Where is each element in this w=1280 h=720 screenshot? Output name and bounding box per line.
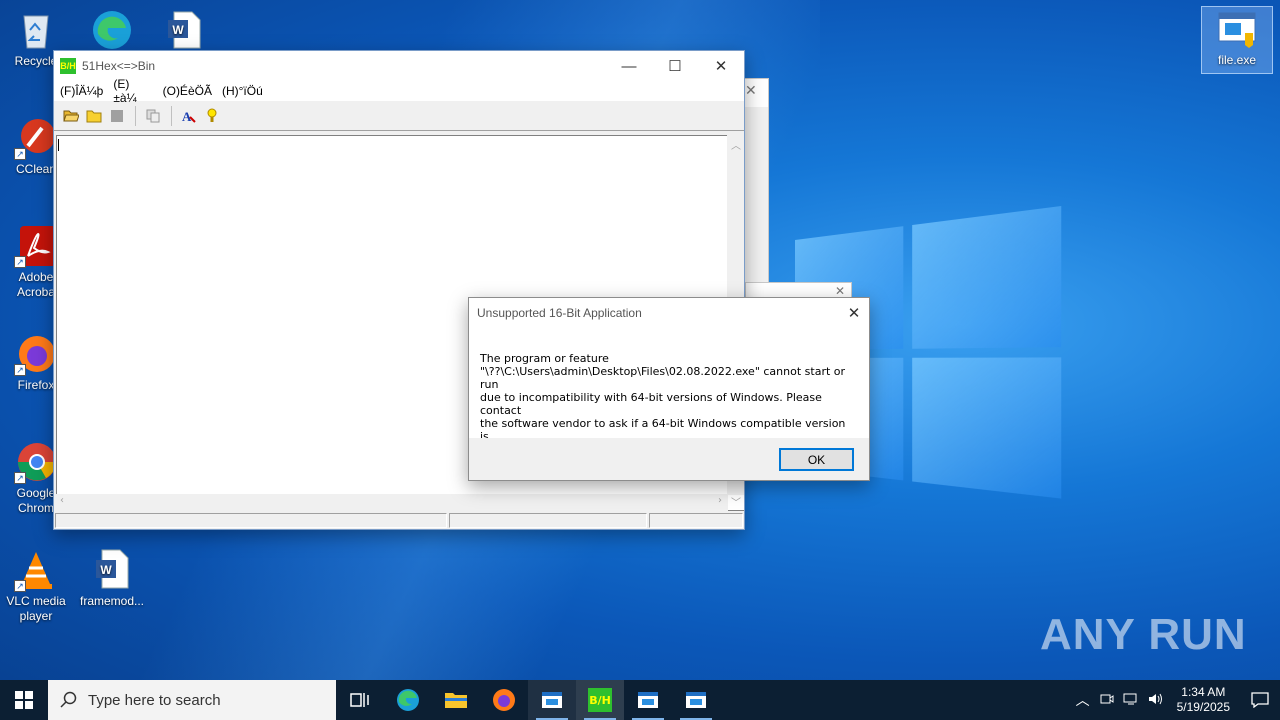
notification-center-icon[interactable] [1240, 692, 1280, 708]
taskbar-window-app-3[interactable] [672, 680, 720, 720]
text-cursor [58, 139, 59, 151]
menu-file[interactable]: (F)ÎÄ¼þ [58, 84, 111, 98]
horizontal-scrollbar[interactable]: ‹ › [56, 494, 728, 511]
folder-icon[interactable] [83, 105, 105, 127]
desktop-icon-word-doc[interactable]: W [148, 8, 220, 54]
ccleaner-icon: ↗ [14, 116, 58, 160]
windows-start-icon [15, 691, 33, 709]
status-cell [449, 513, 647, 528]
word-doc-icon: W [162, 8, 206, 52]
svg-text:W: W [100, 563, 112, 577]
anyrun-watermark: ANY RUN [1040, 610, 1247, 660]
taskbar-file-explorer[interactable] [432, 680, 480, 720]
dialog-title-bar[interactable]: Unsupported 16-Bit Application ✕ [469, 298, 869, 328]
status-cell [55, 513, 447, 528]
chevron-up-icon[interactable]: ︿ [1071, 690, 1095, 710]
firefox-icon [493, 689, 515, 711]
menu-options[interactable]: (O)ÉèÖÃ [161, 84, 220, 98]
dialog-title: Unsupported 16-Bit Application [477, 306, 642, 320]
taskbar: Type here to search B/H ︿ 1:34 AM 5/19/2… [0, 680, 1280, 720]
window-icon [638, 692, 658, 708]
taskbar-firefox[interactable] [480, 680, 528, 720]
maximize-button[interactable]: ☐ [652, 51, 698, 81]
watermark-text: ANY RUN [1040, 610, 1247, 659]
desktop-icon-framemod[interactable]: W framemod... [76, 548, 148, 609]
status-cell [649, 513, 743, 528]
scroll-left-arrow[interactable]: ‹ [60, 495, 64, 506]
font-icon[interactable]: A [178, 105, 200, 127]
chrome-icon: ↗ [14, 440, 58, 484]
close-button[interactable]: ✕ [698, 51, 744, 81]
folder-icon [445, 693, 467, 708]
edge-icon [397, 689, 419, 711]
scroll-right-arrow[interactable]: › [718, 495, 722, 506]
clock-date: 5/19/2025 [1176, 700, 1230, 714]
start-button[interactable] [0, 680, 48, 720]
window-title: 51Hex<=>Bin [82, 59, 156, 73]
search-placeholder: Type here to search [88, 691, 221, 709]
stop-icon[interactable] [106, 105, 128, 127]
taskbar-window-app-2[interactable] [624, 680, 672, 720]
menu-help[interactable]: (H)°ïÖú [220, 84, 271, 98]
svg-text:W: W [172, 23, 184, 37]
acrobat-icon: ↗ [14, 224, 58, 268]
desktop-icon-label: VLC media player [6, 594, 66, 623]
scroll-down-arrow[interactable]: ﹀ [731, 494, 741, 509]
word-doc-icon: W [90, 548, 134, 592]
taskbar-edge[interactable] [384, 680, 432, 720]
desktop-icon-label: framemod... [79, 594, 145, 608]
menu-bar: (F)ÎÄ¼þ (E)±à¼­ (O)ÉèÖÃ (H)°ïÖú [54, 77, 744, 105]
clock-time: 1:34 AM [1181, 685, 1226, 699]
recycle-bin-icon [14, 8, 58, 52]
desktop-icon-label: file.exe [1217, 53, 1257, 67]
error-dialog: Unsupported 16-Bit Application ✕ The pro… [468, 297, 870, 481]
volume-icon[interactable] [1143, 692, 1167, 709]
vlc-icon: ↗ [14, 548, 58, 592]
minimize-button[interactable]: — [606, 51, 652, 81]
scroll-up-arrow[interactable]: ︿ [731, 137, 741, 152]
system-tray: ︿ 1:34 AM 5/19/2025 [1071, 680, 1280, 720]
window-icon [686, 692, 706, 708]
open-folder-icon[interactable] [60, 105, 82, 127]
window-icon [542, 692, 562, 708]
dialog-footer: OK [469, 438, 869, 480]
menu-edit[interactable]: (E)±à¼­ [111, 77, 160, 105]
app-icon: B/H [60, 58, 76, 74]
exe-file-icon [1215, 7, 1259, 51]
copy-icon[interactable] [142, 105, 164, 127]
taskbar-search[interactable]: Type here to search [48, 680, 336, 720]
app-icon: B/H [588, 688, 612, 712]
close-icon: ✕ [834, 284, 845, 298]
help-bulb-icon[interactable] [201, 105, 223, 127]
ok-button[interactable]: OK [779, 448, 854, 471]
desktop-icon-file-exe[interactable]: file.exe [1201, 6, 1273, 74]
taskbar-51hex[interactable]: B/H [576, 680, 624, 720]
meet-now-icon[interactable] [1095, 692, 1119, 709]
network-icon[interactable] [1119, 692, 1143, 709]
toolbar: A [54, 101, 744, 131]
toolbar-separator [135, 105, 136, 126]
clock[interactable]: 1:34 AM 5/19/2025 [1177, 685, 1230, 715]
task-view-icon [350, 693, 369, 707]
desktop-icon-vlc[interactable]: ↗ VLC media player [0, 548, 72, 624]
task-view-button[interactable] [336, 680, 384, 720]
firefox-icon: ↗ [14, 332, 58, 376]
close-icon: ✕ [741, 79, 768, 107]
dialog-close-button[interactable]: ✕ [839, 298, 869, 328]
status-bar [54, 512, 744, 529]
taskbar-window-app-1[interactable] [528, 680, 576, 720]
search-icon [60, 691, 77, 708]
edge-icon [90, 8, 134, 52]
desktop-icon-edge[interactable] [76, 8, 148, 54]
toolbar-separator [171, 105, 172, 126]
